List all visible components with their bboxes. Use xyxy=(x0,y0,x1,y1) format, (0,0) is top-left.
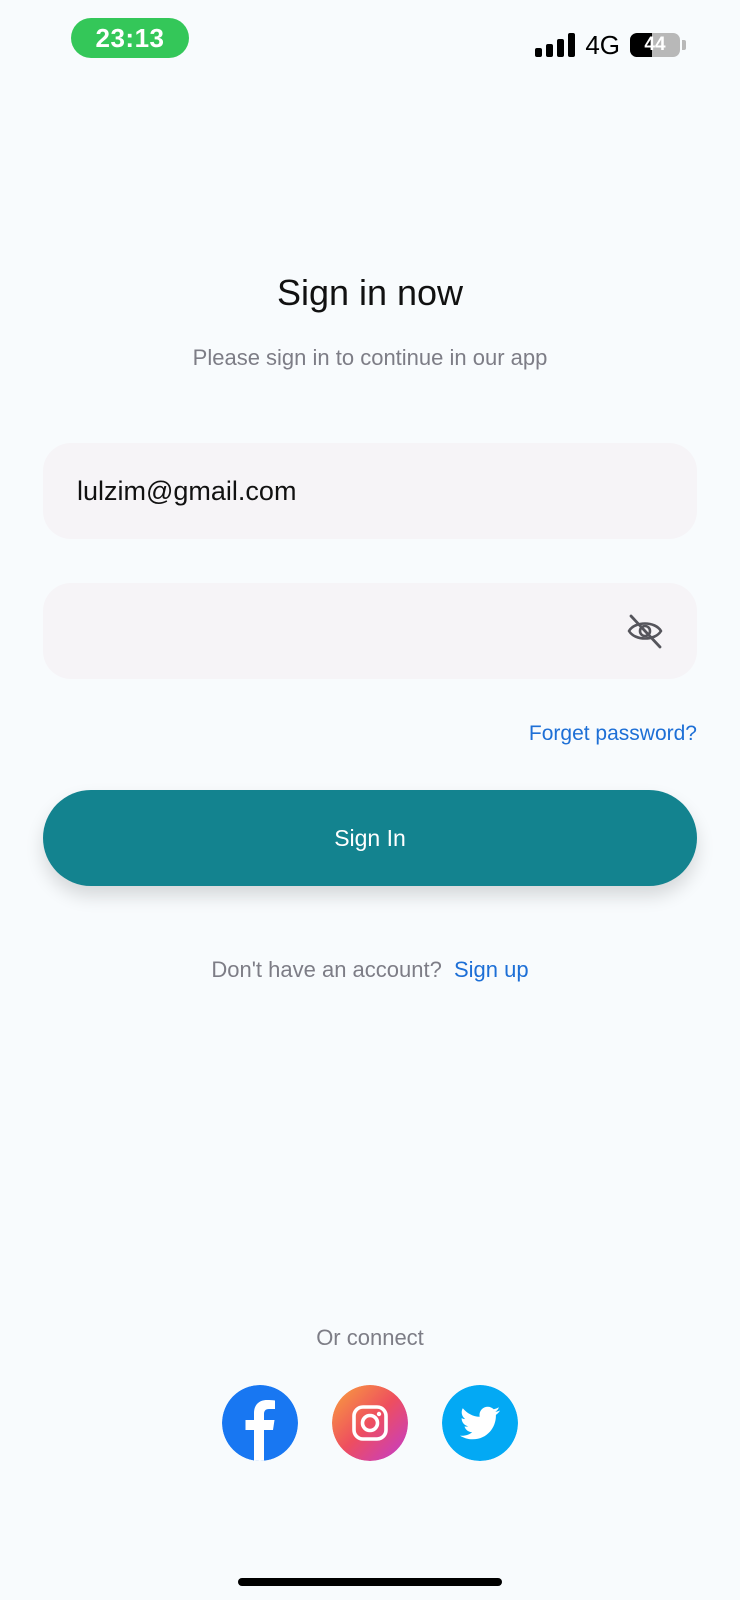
social-login-row xyxy=(0,1385,740,1461)
no-account-text: Don't have an account? xyxy=(211,957,442,982)
battery-tip xyxy=(682,40,686,50)
sign-up-link[interactable]: Sign up xyxy=(454,957,529,982)
battery-level: 44 xyxy=(644,34,666,55)
eye-off-icon[interactable] xyxy=(625,611,665,651)
network-type: 4G xyxy=(585,29,620,60)
status-time: 23:13 xyxy=(71,18,189,58)
sign-in-button[interactable]: Sign In xyxy=(43,790,697,886)
facebook-icon[interactable] xyxy=(222,1385,298,1461)
status-indicators: 4G 44 xyxy=(535,28,686,62)
sign-in-screen: 23:13 4G 44 Sign in now Please sign in t… xyxy=(0,0,740,1600)
home-indicator[interactable] xyxy=(238,1578,502,1586)
forgot-password-link[interactable]: Forget password? xyxy=(529,722,697,746)
battery-icon: 44 xyxy=(630,33,680,57)
password-field xyxy=(43,583,697,679)
email-field xyxy=(43,443,697,539)
twitter-icon[interactable] xyxy=(442,1385,518,1461)
or-connect-label: Or connect xyxy=(316,1325,424,1350)
signup-prompt: Don't have an account? Sign up xyxy=(0,957,740,983)
password-input[interactable] xyxy=(77,615,663,647)
cellular-signal-icon xyxy=(535,33,576,57)
page-title: Sign in now xyxy=(276,272,464,313)
instagram-icon[interactable] xyxy=(332,1385,408,1461)
page-subtitle: Please sign in to continue in our app xyxy=(192,345,548,370)
email-input[interactable] xyxy=(77,475,663,507)
